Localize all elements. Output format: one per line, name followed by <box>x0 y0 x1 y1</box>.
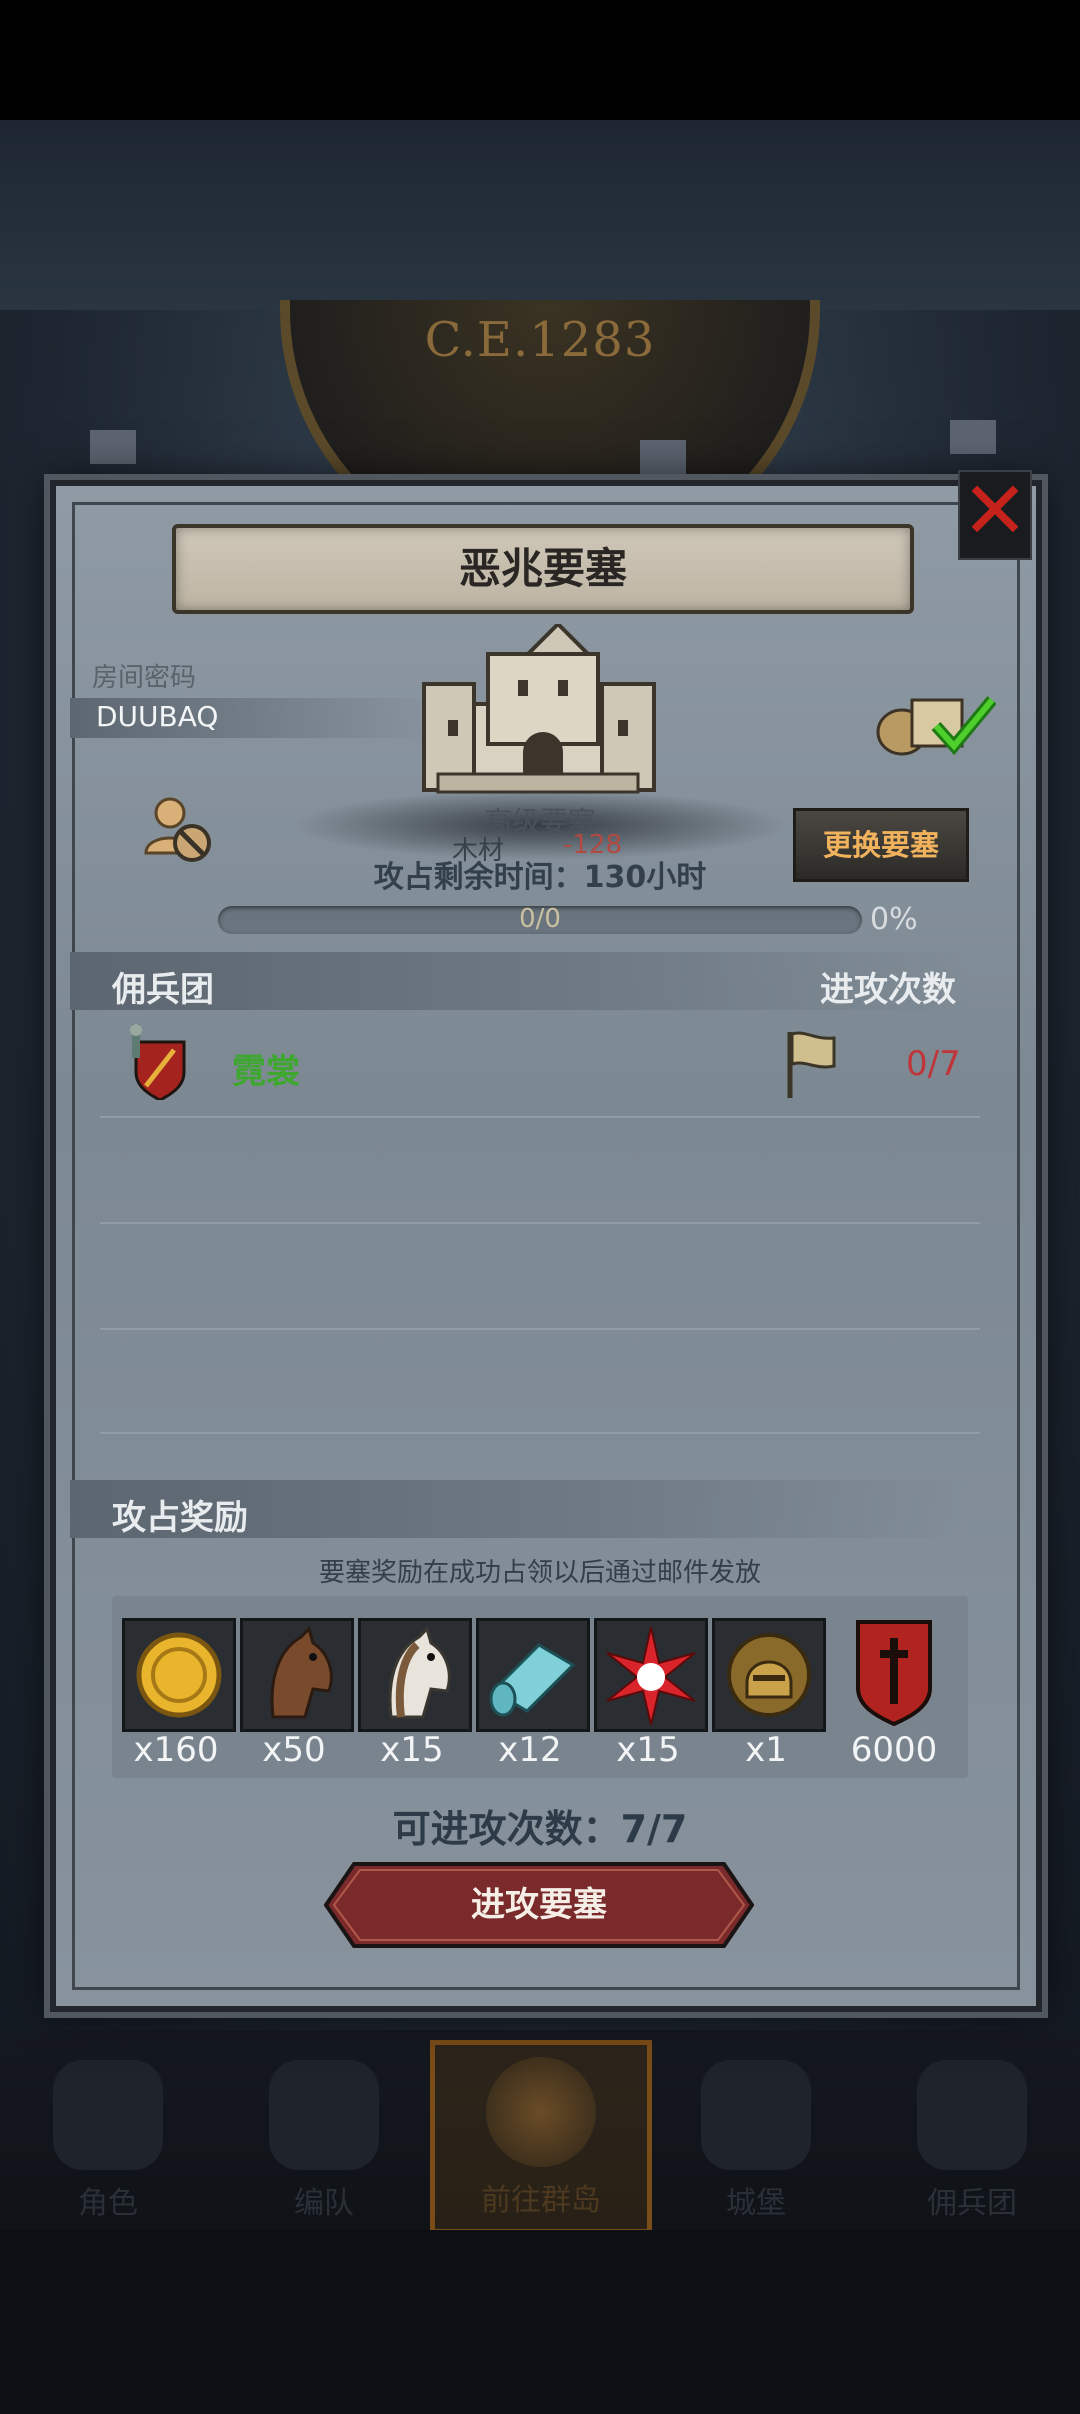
map-tower <box>640 440 686 474</box>
gold-coin-icon <box>136 1632 222 1718</box>
row-divider <box>100 1328 980 1330</box>
row-divider <box>100 1222 980 1224</box>
reward-slot[interactable] <box>240 1618 354 1732</box>
red-star-icon <box>606 1626 696 1726</box>
reward-quantity: 6000 <box>850 1730 938 1770</box>
reward-quantity: x160 <box>133 1730 219 1770</box>
era-year: C.E.1283 <box>424 312 656 368</box>
nav-item-character[interactable]: 角色 <box>8 2048 208 2228</box>
map-tower <box>950 420 996 454</box>
status-bar <box>0 0 1080 120</box>
top-backdrop <box>0 120 1080 310</box>
nav-label: 前往群岛 <box>481 2183 601 2218</box>
reward-quantity: x1 <box>745 1730 787 1770</box>
nav-item-islands[interactable]: 前往群岛 <box>430 2040 652 2234</box>
mercenary-emblem-icon <box>130 1024 186 1100</box>
helmet-icon <box>269 2060 379 2170</box>
nav-item-castle[interactable]: 城堡 <box>656 2048 856 2228</box>
mercenary-header: 佣兵团 <box>112 970 214 1010</box>
reward-slot[interactable] <box>358 1618 472 1732</box>
reward-slot[interactable] <box>122 1618 236 1732</box>
attack-count-header: 进攻次数 <box>820 970 956 1010</box>
reward-quantity: x50 <box>262 1730 326 1770</box>
mercenary-attack-count: 0/7 <box>906 1044 961 1084</box>
nav-label: 角色 <box>78 2186 138 2221</box>
rewards-header: 攻占奖励 <box>112 1498 248 1538</box>
supply-ready-icon <box>876 696 996 756</box>
reward-quantity: x15 <box>616 1730 680 1770</box>
attacks-available: 可进攻次数：7/7 <box>392 1807 688 1851</box>
nav-label: 编队 <box>294 2186 354 2221</box>
cloth-roll-icon <box>489 1643 576 1717</box>
reward-quantity: x12 <box>498 1730 562 1770</box>
castle-icon <box>701 2060 811 2170</box>
knight-icon <box>53 2060 163 2170</box>
brown-horse-icon <box>270 1626 333 1719</box>
guild-banner-icon[interactable] <box>852 1618 936 1726</box>
fortress-castle-icon <box>422 624 656 794</box>
title-banner: 恶兆要塞 <box>172 524 914 614</box>
reward-slot[interactable] <box>594 1618 708 1732</box>
attack-fortress-button[interactable]: 进攻要塞 <box>324 1862 754 1948</box>
capture-progress-count: 0/0 <box>519 904 561 934</box>
nav-label: 城堡 <box>726 2186 786 2221</box>
reward-quantity: x15 <box>380 1730 444 1770</box>
room-password-value[interactable]: DUUBAQ <box>96 700 218 733</box>
compass-icon <box>486 2057 596 2167</box>
nav-item-mercenary[interactable]: 佣兵团 <box>872 2048 1072 2228</box>
attack-fortress-label: 进攻要塞 <box>471 1885 607 1925</box>
nav-label: 佣兵团 <box>927 2186 1017 2221</box>
map-tower <box>90 430 136 464</box>
ship-icon <box>917 2060 1027 2170</box>
white-horse-icon <box>388 1626 451 1719</box>
reward-slot[interactable] <box>712 1618 826 1732</box>
flag-icon <box>787 1031 836 1098</box>
bottom-fill <box>0 2230 1080 2414</box>
knight-helmet-icon <box>727 1633 811 1717</box>
rewards-note: 要塞奖励在成功占领以后通过邮件发放 <box>318 1558 761 1588</box>
close-button[interactable]: ✕ <box>958 464 1032 560</box>
close-x-icon: ✕ <box>961 464 1029 557</box>
mercenary-name: 霓裳 <box>232 1052 300 1092</box>
dialog-title: 恶兆要塞 <box>458 544 627 593</box>
row-divider <box>100 1432 980 1434</box>
capture-time-remaining: 攻占剩余时间：130小时 <box>373 860 707 895</box>
capture-progress-percent: 0% <box>870 902 918 937</box>
room-password-label: 房间密码 <box>92 663 197 693</box>
reward-slot[interactable] <box>476 1618 590 1732</box>
row-divider <box>100 1116 980 1118</box>
nav-item-formation[interactable]: 编队 <box>224 2048 424 2228</box>
